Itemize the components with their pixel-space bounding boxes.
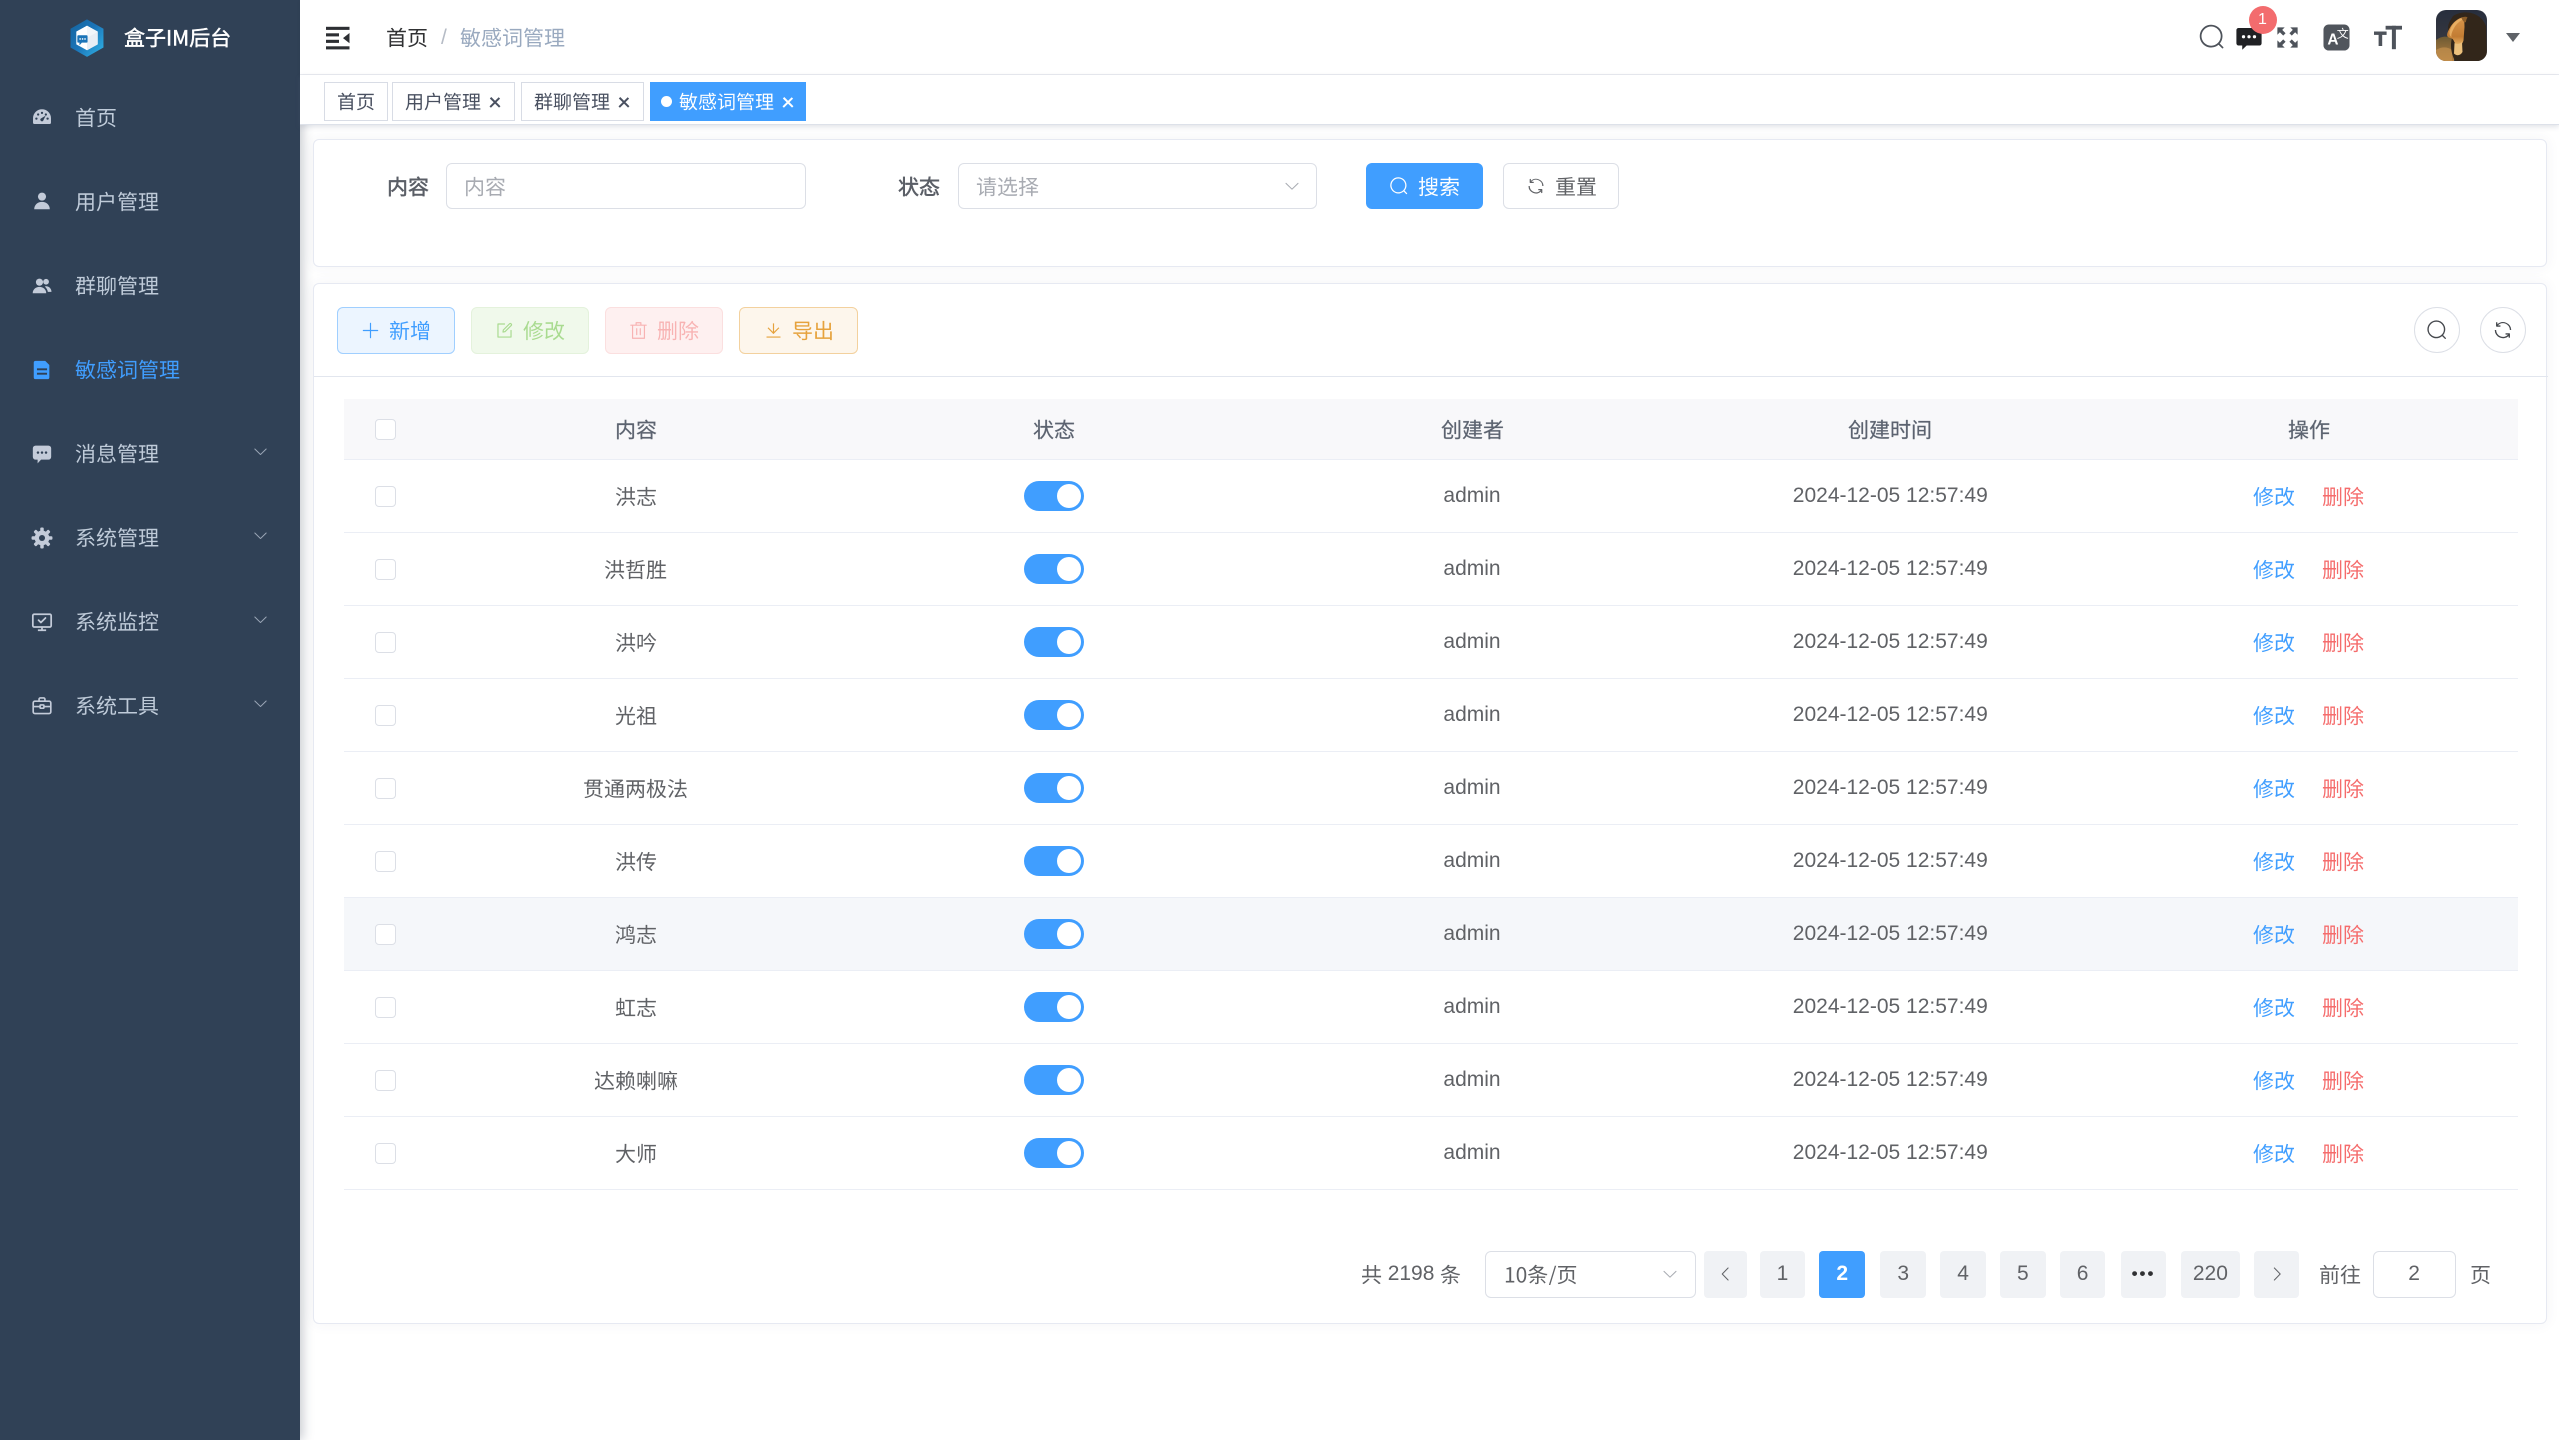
- svg-text:A: A: [2327, 31, 2338, 48]
